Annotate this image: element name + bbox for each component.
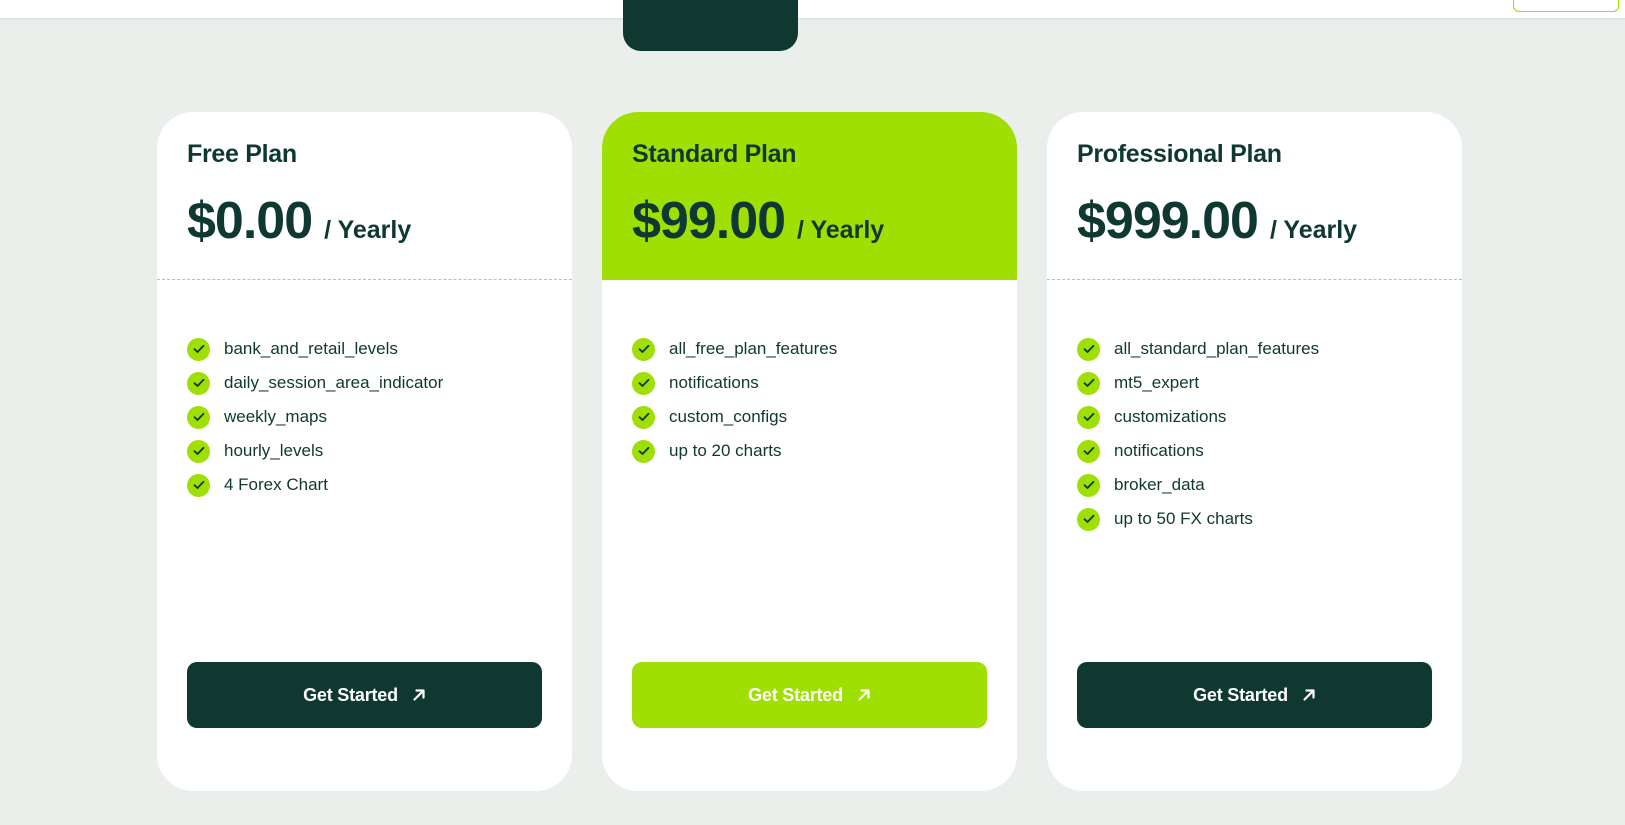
card-header: Professional Plan $999.00 / Yearly <box>1047 112 1462 280</box>
plan-period: / Yearly <box>324 216 412 244</box>
get-started-button[interactable]: Get Started <box>187 662 542 728</box>
plan-name: Standard Plan <box>632 140 797 168</box>
card-header: Free Plan $0.00 / Yearly <box>157 112 572 280</box>
feature-label: hourly_levels <box>224 441 324 460</box>
plan-period: / Yearly <box>1269 216 1358 244</box>
cta-label: Get Started <box>748 684 843 705</box>
plan-price: $999.00 <box>1077 192 1259 250</box>
price-row: $0.00 / Yearly <box>187 191 542 251</box>
feature-item: mt5_expert <box>1077 366 1432 400</box>
pricing-card-standard: Standard Plan $99.00 / Yearly all_free_p… <box>602 112 1017 791</box>
feature-item: notifications <box>632 366 987 400</box>
check-icon <box>187 405 210 429</box>
price-row: $999.00 / Yearly <box>1077 191 1432 251</box>
plan-name: Free Plan <box>187 140 297 168</box>
card-header: Standard Plan $99.00 / Yearly <box>602 112 1017 280</box>
feature-item: 4 Forex Chart <box>187 468 542 502</box>
feature-item: hourly_levels <box>187 434 542 468</box>
plan-price: $0.00 <box>187 192 313 250</box>
arrow-up-right-icon <box>1302 688 1316 702</box>
check-icon <box>187 371 210 395</box>
arrow-up-right-icon <box>857 688 871 702</box>
feature-label: customizations <box>1114 407 1227 426</box>
feature-item: custom_configs <box>632 400 987 434</box>
check-icon <box>632 337 655 361</box>
feature-label: notifications <box>1114 441 1204 460</box>
feature-item: bank_and_retail_levels <box>187 332 542 366</box>
feature-list: all_free_plan_features notifications cus… <box>602 280 1017 468</box>
price-row: $99.00 / Yearly <box>632 191 987 251</box>
plan-price: $99.00 <box>632 192 786 250</box>
check-icon <box>1077 473 1100 497</box>
check-icon <box>632 439 655 463</box>
get-started-button[interactable]: Get Started <box>632 662 987 728</box>
feature-label: bank_and_retail_levels <box>224 339 398 358</box>
cta-label: Get Started <box>303 684 398 705</box>
arrow-up-right-icon <box>412 688 426 702</box>
feature-label: all_free_plan_features <box>669 339 838 358</box>
plan-period: / Yearly <box>797 216 885 244</box>
feature-label: custom_configs <box>669 407 788 426</box>
check-icon <box>632 405 655 429</box>
feature-list: all_standard_plan_features mt5_expert cu… <box>1047 280 1462 536</box>
feature-label: all_standard_plan_features <box>1114 339 1320 358</box>
feature-label: up to 50 FX charts <box>1114 509 1253 528</box>
check-icon <box>1077 371 1100 395</box>
get-started-button[interactable]: Get Started <box>1077 662 1432 728</box>
check-icon <box>1077 439 1100 463</box>
feature-item: weekly_maps <box>187 400 542 434</box>
feature-item: all_standard_plan_features <box>1077 332 1432 366</box>
pricing-card-free: Free Plan $0.00 / Yearly bank_and_retail… <box>157 112 572 791</box>
feature-label: mt5_expert <box>1114 373 1200 392</box>
feature-label: broker_data <box>1114 475 1205 494</box>
feature-label: notifications <box>669 373 759 392</box>
check-icon <box>632 371 655 395</box>
check-icon <box>187 337 210 361</box>
check-icon <box>187 473 210 497</box>
check-icon <box>1077 405 1100 429</box>
plan-name: Professional Plan <box>1077 140 1282 168</box>
feature-label: 4 Forex Chart <box>224 475 328 494</box>
feature-item: all_free_plan_features <box>632 332 987 366</box>
feature-list: bank_and_retail_levels daily_session_are… <box>157 280 572 502</box>
check-icon <box>1077 337 1100 361</box>
feature-item: broker_data <box>1077 468 1432 502</box>
cta-label: Get Started <box>1193 684 1288 705</box>
feature-label: weekly_maps <box>224 407 327 426</box>
check-icon <box>1077 507 1100 531</box>
feature-item: notifications <box>1077 434 1432 468</box>
feature-label: up to 20 charts <box>669 441 782 460</box>
feature-item: customizations <box>1077 400 1432 434</box>
feature-item: daily_session_area_indicator <box>187 366 542 400</box>
active-billing-tab[interactable] <box>623 0 798 51</box>
feature-item: up to 50 FX charts <box>1077 502 1432 536</box>
top-navbar <box>0 0 1625 18</box>
feature-label: daily_session_area_indicator <box>224 373 444 392</box>
feature-item: up to 20 charts <box>632 434 987 468</box>
pricing-card-professional: Professional Plan $999.00 / Yearly all_s… <box>1047 112 1462 791</box>
header-action-button[interactable] <box>1513 0 1619 12</box>
check-icon <box>187 439 210 463</box>
